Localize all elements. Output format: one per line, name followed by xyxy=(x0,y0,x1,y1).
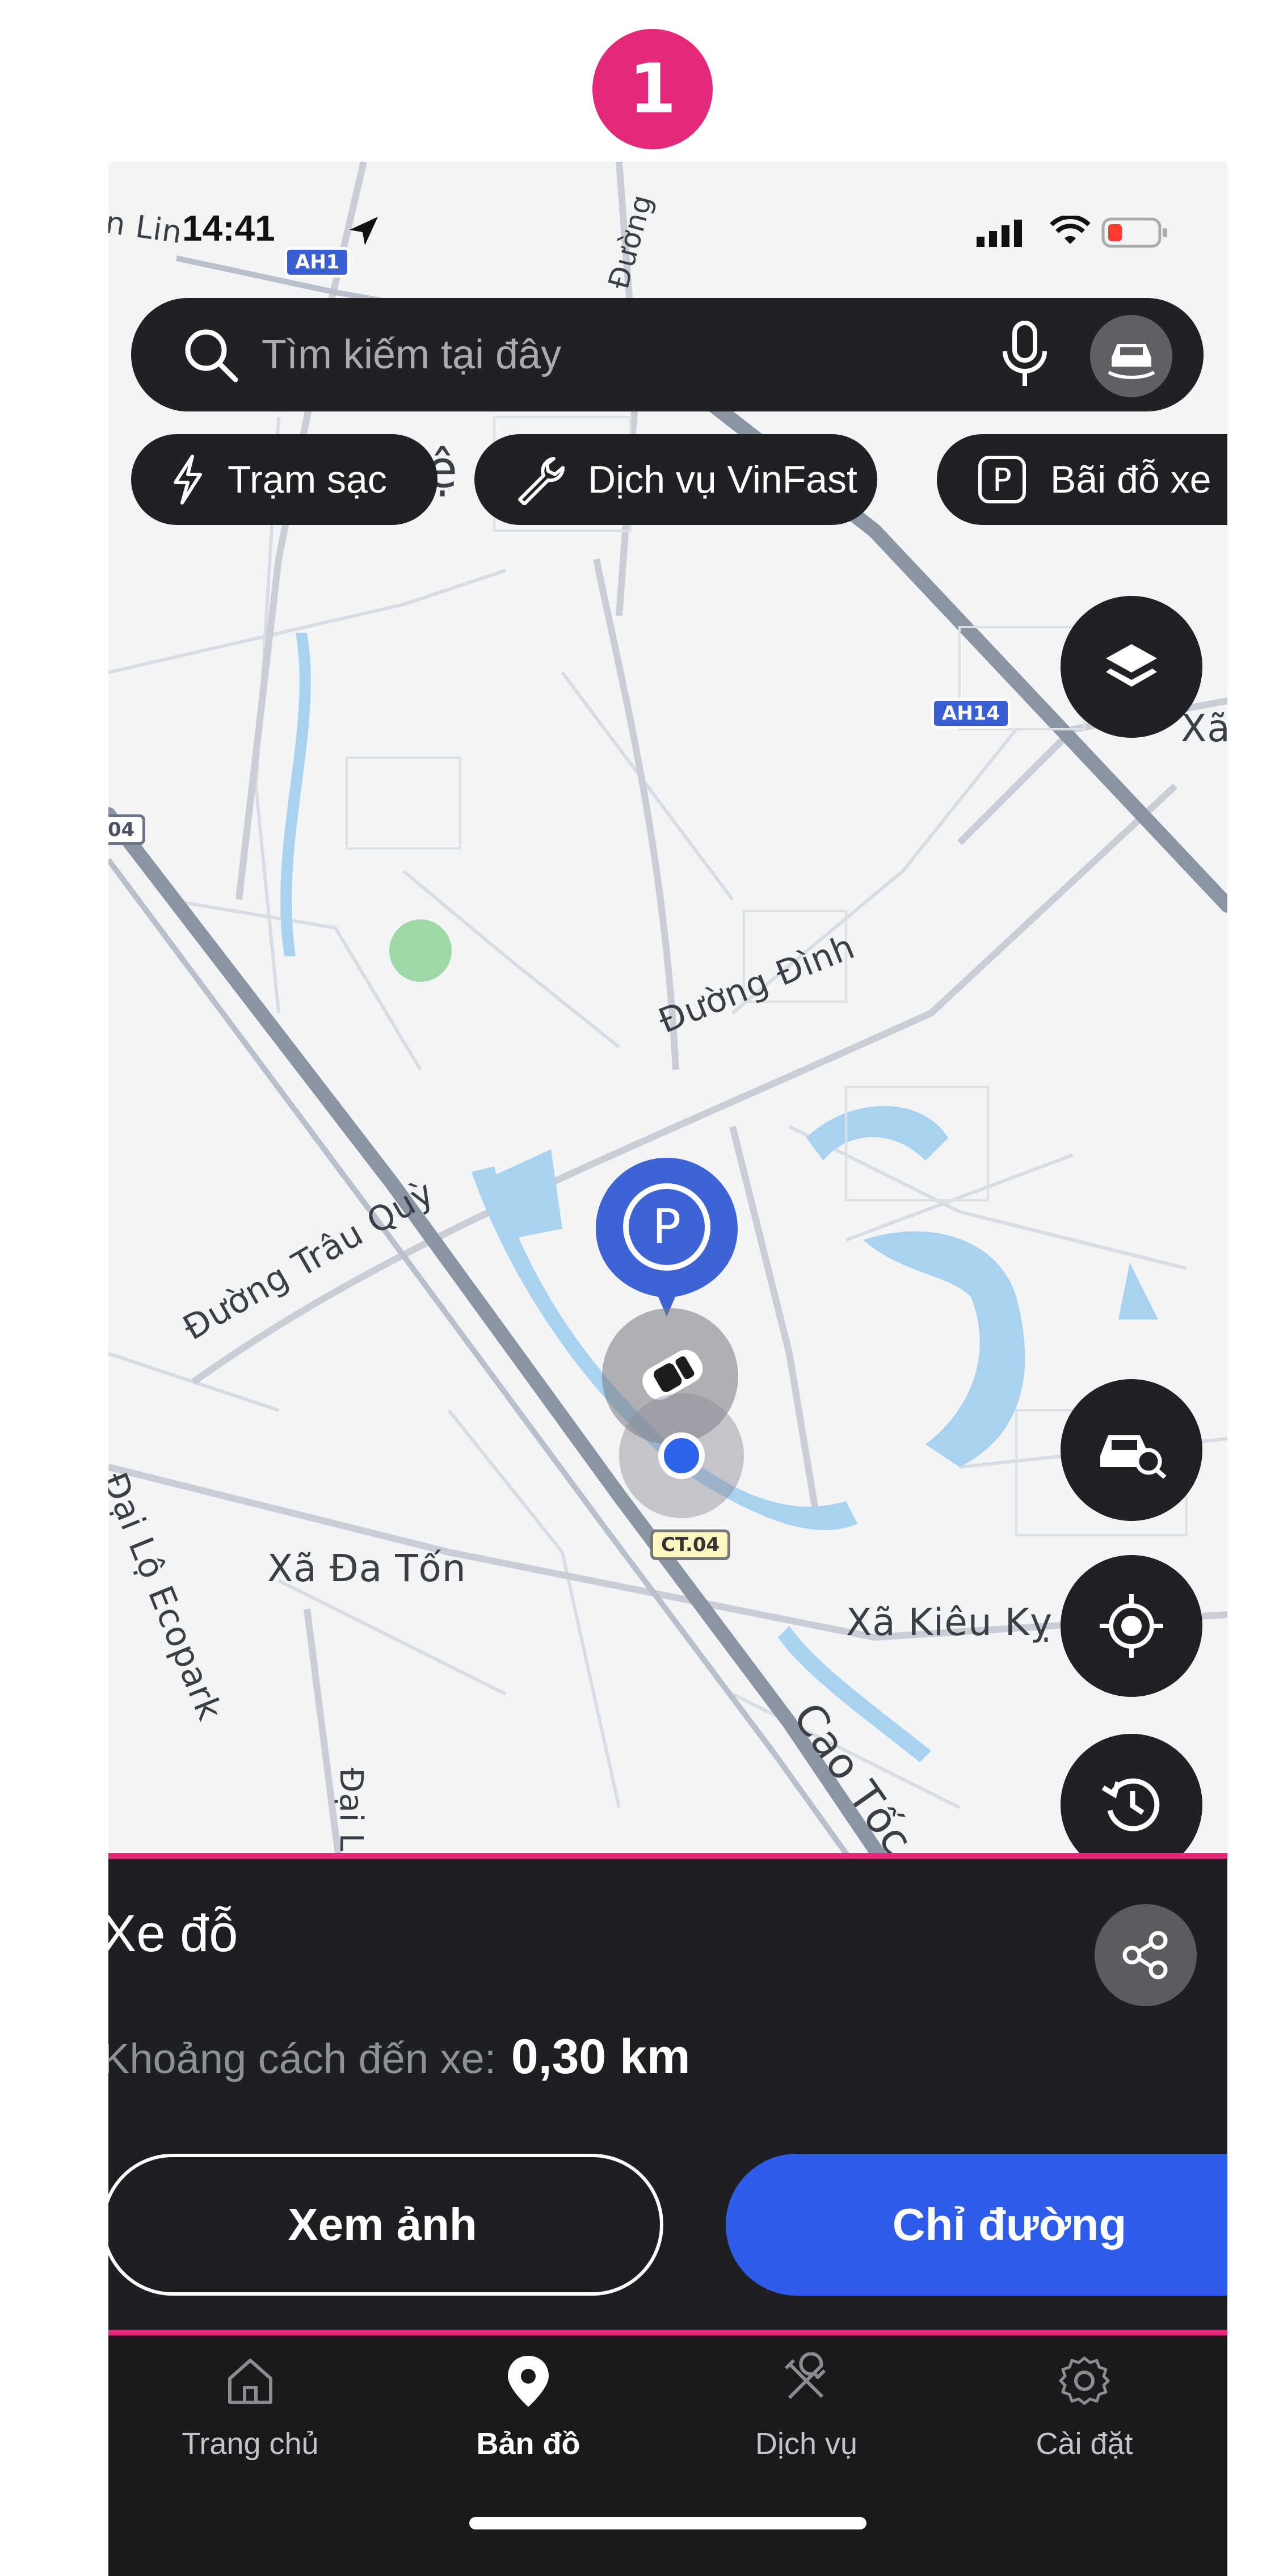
car-switch-icon xyxy=(1107,343,1155,379)
road-shield-ah14: AH14 xyxy=(931,698,1011,729)
user-location-marker xyxy=(619,1393,744,1518)
chip-charging-station-label: Trạm sạc xyxy=(228,458,387,501)
settings-icon xyxy=(1059,2356,1110,2405)
share-button[interactable] xyxy=(1095,1904,1197,2006)
car-search-icon xyxy=(1100,1435,1167,1478)
tools-icon xyxy=(784,2352,826,2399)
parking-marker[interactable]: P xyxy=(596,1158,738,1322)
tab-services-label: Dịch vụ xyxy=(755,2427,858,2461)
distance-value: 0,30 km xyxy=(511,2029,691,2084)
status-time: 14:41 xyxy=(182,208,275,249)
parking-pin-icon: P xyxy=(596,1158,738,1317)
bottom-tab-bar: Trang chủ Bản đồ Dịch vụ Cài đặt xyxy=(108,2335,1227,2576)
map-view[interactable]: Đường Đình Đường Trâu Quỳ Xã Đa Tốn Xã K… xyxy=(108,162,1227,1940)
location-arrow-icon xyxy=(350,217,378,245)
view-photo-button[interactable]: Xem ảnh xyxy=(108,2154,663,2296)
chip-parking-lot-label: Bãi đỗ xe xyxy=(1050,458,1211,501)
vehicle-switch-button[interactable] xyxy=(1090,315,1172,397)
panel-title: Xe đỗ xyxy=(108,1905,238,1963)
location-dot-icon xyxy=(658,1432,705,1479)
parked-car-panel: Xe đỗ Khoảng cách đến xe: 0,30 km Xem ản… xyxy=(108,1853,1227,2335)
battery-icon xyxy=(1101,217,1167,248)
map-label-xa-da-ton: Xã Đa Tốn xyxy=(267,1547,466,1590)
parking-icon: P xyxy=(978,456,1026,503)
layers-icon xyxy=(1106,644,1157,687)
road-shield-ah1: AH1 xyxy=(284,247,351,278)
home-icon xyxy=(228,2359,272,2404)
share-icon xyxy=(1122,1931,1168,1980)
map-pin-icon xyxy=(508,2356,549,2407)
tab-home-label: Trang chủ xyxy=(182,2427,319,2461)
history-icon xyxy=(1101,1778,1160,1831)
crosshair-icon xyxy=(1100,1594,1163,1658)
map-label-xa-kieu-ky: Xã Kiêu Kỵ xyxy=(846,1600,1053,1644)
search-bar[interactable]: Tìm kiếm tại đây xyxy=(131,298,1204,411)
chip-vinfast-service[interactable]: Dịch vụ VinFast xyxy=(474,434,877,525)
tab-settings[interactable]: Cài đặt xyxy=(971,2352,1198,2461)
signal-icon xyxy=(977,220,1022,247)
distance-row: Khoảng cách đến xe: 0,30 km xyxy=(108,2029,690,2085)
chip-vinfast-service-label: Dịch vụ VinFast xyxy=(588,458,857,501)
svg-text:P: P xyxy=(992,462,1012,499)
wifi-icon xyxy=(1050,216,1090,244)
search-placeholder[interactable]: Tìm kiếm tại đây xyxy=(262,331,561,378)
microphone-icon[interactable] xyxy=(999,321,1050,389)
distance-label: Khoảng cách đến xe: xyxy=(108,2035,497,2082)
layers-button[interactable] xyxy=(1061,596,1202,738)
phone-screen: Đường Đình Đường Trâu Quỳ Xã Đa Tốn Xã K… xyxy=(108,162,1227,2576)
map-label-xa-right: Xã xyxy=(1181,707,1227,750)
status-bar: 14:41 xyxy=(108,162,1227,249)
tab-map-label: Bản đồ xyxy=(476,2427,580,2461)
road-shield-04: 04 xyxy=(108,814,146,845)
directions-button[interactable]: Chỉ đường xyxy=(726,2154,1227,2296)
find-car-button[interactable] xyxy=(1061,1379,1202,1521)
my-location-button[interactable] xyxy=(1061,1555,1202,1697)
svg-text:P: P xyxy=(653,1199,681,1254)
step-number-badge: 1 xyxy=(592,29,713,149)
chip-parking-lot[interactable]: P Bãi đỗ xe xyxy=(937,434,1227,525)
tab-home[interactable]: Trang chủ xyxy=(137,2352,364,2461)
wrench-icon xyxy=(518,457,565,505)
home-indicator xyxy=(469,2517,866,2529)
tab-settings-label: Cài đặt xyxy=(1036,2427,1133,2461)
search-icon xyxy=(185,329,238,383)
tab-map[interactable]: Bản đồ xyxy=(415,2352,642,2461)
chip-charging-station[interactable]: Trạm sạc xyxy=(131,434,437,525)
road-shield-ct04: CT.04 xyxy=(650,1529,731,1560)
lightning-icon xyxy=(174,455,202,505)
map-background xyxy=(108,162,1227,1940)
tab-services[interactable]: Dịch vụ xyxy=(693,2352,920,2461)
